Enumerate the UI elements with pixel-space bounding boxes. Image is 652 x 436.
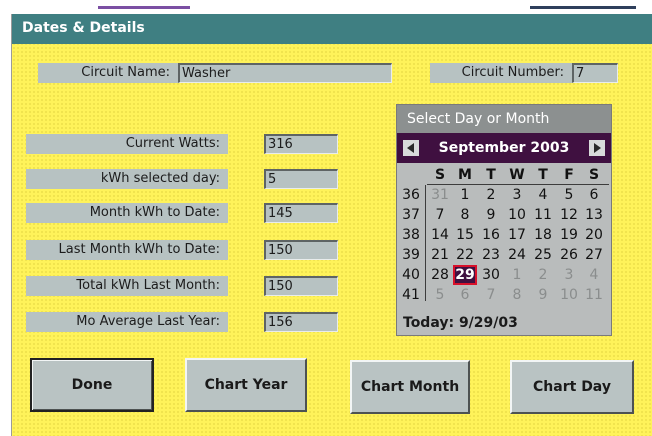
calendar-day[interactable]: 18 — [532, 226, 554, 244]
calendar-day[interactable]: 26 — [558, 246, 580, 264]
week-number-divider — [425, 185, 426, 301]
weekday-header: F — [564, 167, 574, 183]
weekday-header: W — [509, 167, 525, 183]
calendar-day[interactable]: 4 — [532, 186, 554, 204]
weekday-header: T — [538, 167, 548, 183]
calendar-month-bar: September 2003 — [397, 133, 611, 163]
last-month-kwh-to-date-label: Last Month kWh to Date: — [26, 240, 228, 260]
calendar-day[interactable]: 8 — [506, 286, 528, 304]
calendar-day[interactable]: 30 — [480, 266, 502, 284]
calendar-day[interactable]: 24 — [506, 246, 528, 264]
calendar-day[interactable]: 17 — [506, 226, 528, 244]
mo-average-last-year-label: Mo Average Last Year: — [26, 312, 228, 332]
current-watts-label: Current Watts: — [26, 134, 228, 154]
total-kwh-last-month-label: Total kWh Last Month: — [26, 276, 228, 296]
background-tab-mark — [98, 6, 190, 9]
calendar-day[interactable]: 6 — [454, 286, 476, 304]
calendar-day[interactable]: 22 — [454, 246, 476, 264]
weekday-header: S — [434, 167, 446, 183]
calendar-day[interactable]: 3 — [558, 266, 580, 284]
done-button[interactable]: Done — [30, 358, 154, 412]
total-kwh-last-month-field[interactable]: 150 — [264, 276, 338, 296]
week-number: 40 — [402, 267, 420, 283]
calendar-day[interactable]: 9 — [532, 286, 554, 304]
calendar-day[interactable]: 1 — [454, 186, 476, 204]
calendar-day[interactable]: 9 — [480, 206, 502, 224]
circuit-number-label: Circuit Number: — [430, 63, 572, 83]
calendar-day[interactable]: 21 — [429, 246, 451, 264]
calendar-day[interactable]: 6 — [583, 186, 605, 204]
calendar-day[interactable]: 4 — [583, 266, 605, 284]
kwh-selected-day-label: kWh selected day: — [26, 169, 228, 189]
background-window-strip — [0, 0, 652, 14]
today-label[interactable]: Today: 9/29/03 — [403, 315, 518, 331]
chart-year-button[interactable]: Chart Year — [185, 358, 307, 412]
week-number: 37 — [402, 207, 420, 223]
dates-details-window: Dates & Details Circuit Name: Washer Cir… — [12, 14, 652, 436]
week-number: 41 — [402, 287, 420, 303]
last-month-kwh-to-date-field[interactable]: 150 — [264, 240, 338, 260]
calendar-day[interactable]: 5 — [558, 186, 580, 204]
calendar-day[interactable]: 10 — [506, 206, 528, 224]
mo-average-last-year-field[interactable]: 156 — [264, 312, 338, 332]
title-bar: Dates & Details — [12, 14, 652, 44]
calendar-day[interactable]: 3 — [506, 186, 528, 204]
weekday-header-divider — [427, 184, 609, 185]
week-number: 36 — [402, 187, 420, 203]
current-watts-field[interactable]: 316 — [264, 134, 338, 154]
weekday-header: S — [588, 167, 600, 183]
calendar-day[interactable]: 7 — [429, 206, 451, 224]
circuit-name-label: Circuit Name: — [38, 63, 178, 83]
month-kwh-to-date-field[interactable]: 145 — [264, 203, 338, 223]
calendar-day[interactable]: 25 — [532, 246, 554, 264]
calendar-day[interactable]: 2 — [532, 266, 554, 284]
week-number: 38 — [402, 227, 420, 243]
calendar-day-selected[interactable]: 29 — [453, 265, 477, 285]
calendar-day[interactable]: 19 — [558, 226, 580, 244]
week-number: 39 — [402, 247, 420, 263]
calendar-day[interactable]: 12 — [558, 206, 580, 224]
calendar-month-title[interactable]: September 2003 — [397, 133, 611, 163]
calendar-day[interactable]: 31 — [429, 186, 451, 204]
window-title: Dates & Details — [22, 20, 145, 36]
chart-day-button[interactable]: Chart Day — [510, 360, 634, 414]
calendar-day[interactable]: 5 — [429, 286, 451, 304]
calendar-day[interactable]: 20 — [583, 226, 605, 244]
calendar-day[interactable]: 2 — [480, 186, 502, 204]
background-tab-mark — [530, 6, 636, 9]
calendar-day[interactable]: 13 — [583, 206, 605, 224]
next-month-button[interactable] — [589, 140, 605, 156]
calendar-day[interactable]: 10 — [558, 286, 580, 304]
calendar-day[interactable]: 14 — [429, 226, 451, 244]
calendar-day[interactable]: 11 — [532, 206, 554, 224]
calendar-day[interactable]: 23 — [480, 246, 502, 264]
chart-month-button[interactable]: Chart Month — [350, 360, 470, 414]
month-kwh-to-date-label: Month kWh to Date: — [26, 203, 228, 223]
month-calendar: Select Day or Month September 2003 SMTWT… — [396, 104, 612, 336]
circuit-name-field[interactable]: Washer — [178, 63, 392, 83]
calendar-day[interactable]: 27 — [583, 246, 605, 264]
calendar-day[interactable]: 15 — [454, 226, 476, 244]
calendar-day[interactable]: 16 — [480, 226, 502, 244]
weekday-header: T — [486, 167, 496, 183]
calendar-day[interactable]: 11 — [583, 286, 605, 304]
weekday-header: M — [458, 167, 472, 183]
calendar-header: Select Day or Month — [397, 105, 611, 133]
calendar-day[interactable]: 7 — [480, 286, 502, 304]
circuit-number-field[interactable]: 7 — [572, 63, 618, 83]
calendar-day[interactable]: 8 — [454, 206, 476, 224]
calendar-day[interactable]: 1 — [506, 266, 528, 284]
calendar-day[interactable]: 28 — [429, 266, 451, 284]
kwh-selected-day-field[interactable]: 5 — [264, 169, 338, 189]
